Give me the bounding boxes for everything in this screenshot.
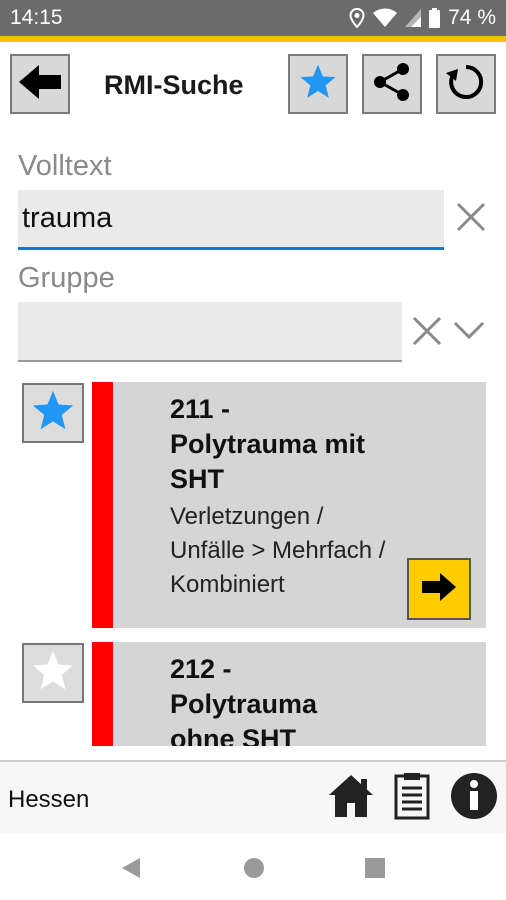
signal-icon — [405, 9, 422, 27]
home-icon — [327, 773, 375, 824]
favorite-toggle[interactable] — [22, 383, 84, 443]
info-button[interactable] — [448, 772, 500, 824]
group-field-wrapper — [18, 302, 402, 362]
fulltext-input[interactable] — [18, 190, 444, 247]
info-icon — [450, 772, 498, 825]
result-title: 212 - Polytrauma ohne SHT — [170, 654, 318, 746]
wifi-icon — [373, 8, 398, 28]
fulltext-label: Volltext — [18, 150, 112, 182]
share-button[interactable] — [362, 54, 422, 114]
favorite-toggle[interactable] — [22, 643, 84, 703]
location-icon — [349, 8, 365, 28]
page-title: RMI-Suche — [104, 70, 244, 100]
back-button[interactable] — [10, 54, 70, 114]
close-icon — [412, 316, 442, 351]
arrow-right-icon — [420, 572, 458, 607]
chevron-down-icon — [453, 321, 485, 346]
fulltext-field-wrapper — [18, 190, 444, 250]
severity-stripe — [92, 382, 113, 628]
nav-home-icon[interactable] — [243, 857, 265, 884]
result-item[interactable]: 212 - Polytrauma ohne SHT — [92, 642, 486, 746]
group-label: Gruppe — [18, 262, 115, 294]
refresh-button[interactable] — [436, 54, 496, 114]
result-title: 211 - Polytrauma mit SHT — [170, 394, 366, 494]
status-time: 14:15 — [10, 6, 63, 29]
nav-recents-icon[interactable] — [364, 857, 386, 884]
group-input[interactable] — [18, 302, 402, 360]
star-outline-icon — [30, 648, 76, 699]
back-icon — [17, 63, 63, 106]
star-icon — [30, 388, 76, 439]
nav-back-icon[interactable] — [120, 856, 142, 885]
system-nav-bar — [0, 834, 506, 900]
share-icon — [371, 61, 413, 108]
close-icon — [456, 202, 486, 237]
battery-icon — [429, 8, 441, 28]
home-button[interactable] — [326, 772, 376, 824]
status-icons: 74 % — [349, 6, 496, 30]
clear-fulltext-button[interactable] — [452, 200, 490, 238]
clipboard-icon — [394, 772, 430, 825]
group-dropdown-button[interactable] — [450, 316, 488, 350]
protocol-button[interactable] — [390, 772, 434, 824]
open-result-button[interactable] — [407, 558, 471, 620]
favorites-button[interactable] — [288, 54, 348, 114]
severity-stripe — [92, 642, 113, 746]
clear-group-button[interactable] — [408, 314, 446, 352]
accent-line — [0, 36, 506, 42]
star-icon — [298, 62, 338, 107]
refresh-icon — [445, 61, 487, 108]
status-bar: 14:15 74 % — [0, 0, 506, 36]
battery-level: 74 % — [448, 6, 496, 29]
region-label: Hessen — [8, 786, 90, 813]
result-category: Verletzungen / Unfälle > Mehrfach / Komb… — [170, 503, 386, 598]
